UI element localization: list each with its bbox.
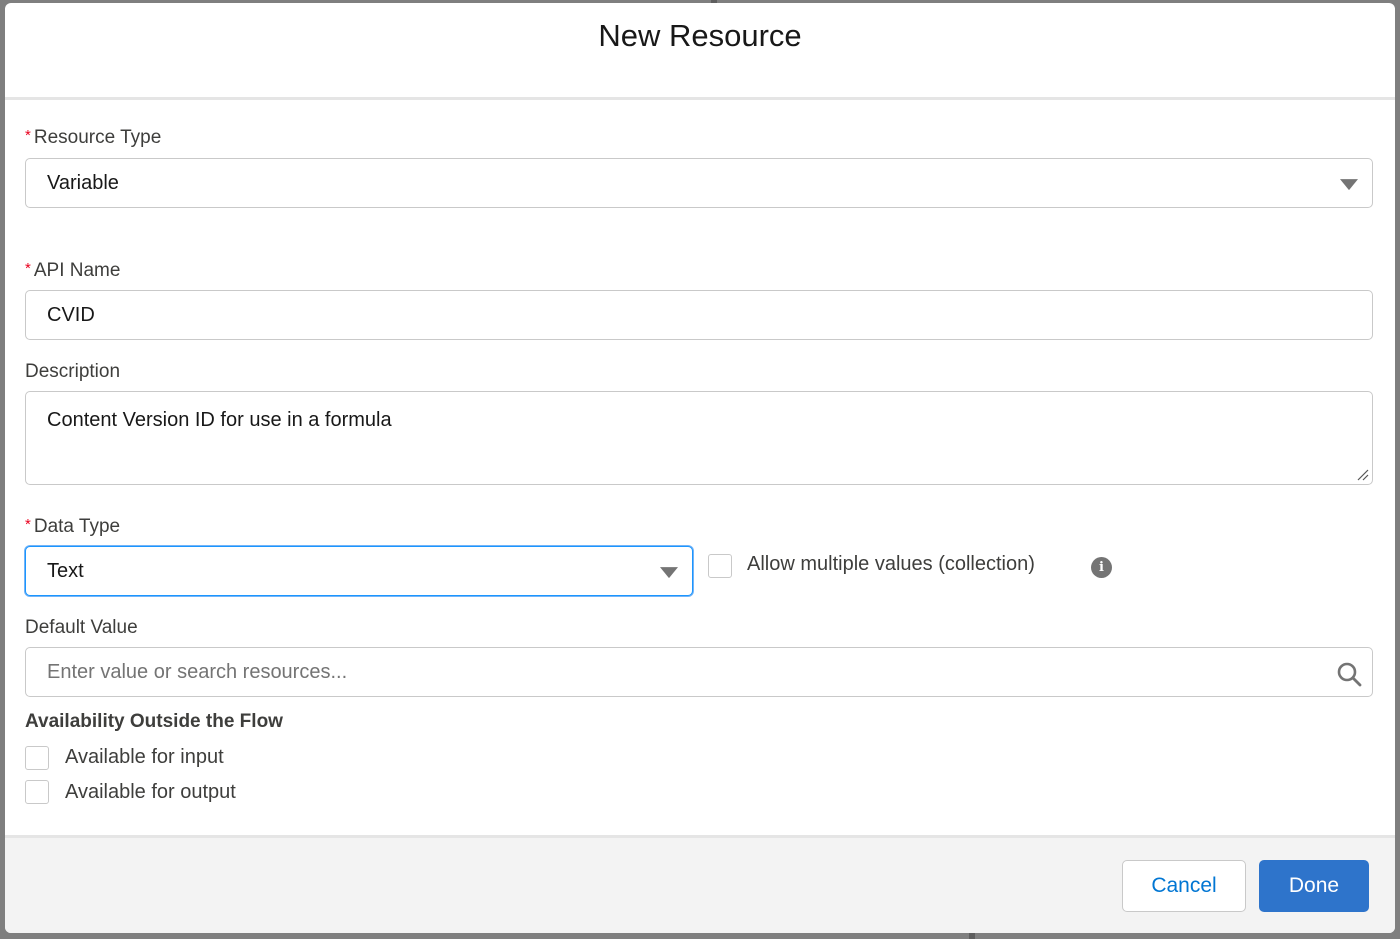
data-type-value: Text <box>47 559 84 582</box>
description-textarea[interactable]: Content Version ID for use in a formula <box>25 391 1373 485</box>
description-value: Content Version ID for use in a formula <box>47 409 392 431</box>
description-label: Description <box>25 361 121 382</box>
default-value-label: Default Value <box>25 617 138 638</box>
allow-multiple-label[interactable]: Allow multiple values (collection) <box>747 553 1035 576</box>
resource-type-label: * Resource Type <box>25 127 161 149</box>
available-for-output-label[interactable]: Available for output <box>65 781 236 804</box>
chevron-down-icon <box>660 567 678 579</box>
modal-body: * Resource Type Variable * API Name CVID D… <box>5 100 1395 838</box>
availability-section-title: Availability Outside the Flow <box>25 711 283 732</box>
modal-footer: Cancel Done <box>5 835 1395 933</box>
api-name-value: CVID <box>47 303 95 326</box>
cancel-button[interactable]: Cancel <box>1122 860 1246 912</box>
required-marker: * <box>25 516 31 533</box>
api-name-input[interactable]: CVID <box>25 290 1373 340</box>
resource-type-label-text: Resource Type <box>33 127 162 148</box>
data-type-label-text: Data Type <box>33 516 121 537</box>
modal-title: New Resource <box>598 18 802 54</box>
search-icon[interactable] <box>1336 661 1362 687</box>
modal-header: New Resource <box>5 3 1395 100</box>
api-name-label-text: API Name <box>33 260 121 281</box>
info-icon[interactable]: i <box>1091 557 1112 578</box>
available-for-input-label[interactable]: Available for input <box>65 746 224 769</box>
required-marker: * <box>25 127 31 144</box>
default-value-input[interactable]: Enter value or search resources... <box>25 647 1373 697</box>
required-marker: * <box>25 260 31 277</box>
resource-type-select[interactable]: Variable <box>25 158 1373 208</box>
resource-type-value: Variable <box>47 171 119 194</box>
resize-grip-icon[interactable] <box>1357 469 1369 481</box>
backdrop-handle-bottom <box>969 933 975 939</box>
data-type-label: * Data Type <box>25 516 120 538</box>
new-resource-modal: New Resource * Resource Type Variable * AP… <box>5 3 1395 933</box>
default-value-placeholder: Enter value or search resources... <box>47 660 348 683</box>
data-type-select[interactable]: Text <box>25 546 693 596</box>
allow-multiple-checkbox[interactable] <box>708 554 732 578</box>
available-for-output-checkbox[interactable] <box>25 780 49 804</box>
available-for-input-checkbox[interactable] <box>25 746 49 770</box>
chevron-down-icon <box>1340 179 1358 191</box>
done-button[interactable]: Done <box>1259 860 1369 912</box>
api-name-label: * API Name <box>25 260 120 282</box>
